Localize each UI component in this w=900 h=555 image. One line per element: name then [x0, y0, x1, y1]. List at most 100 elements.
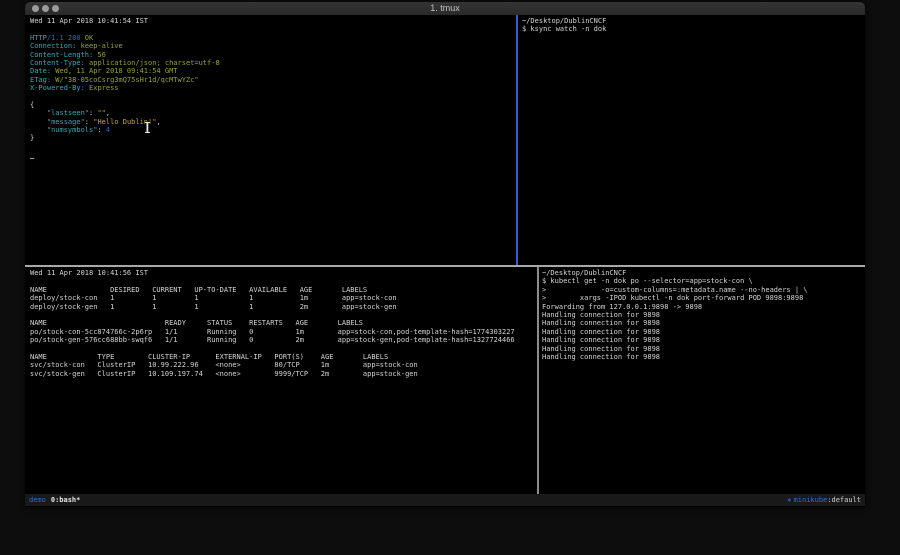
terminal-line: deploy/stock-con 1 1 1 1 1m app=stock-co…: [30, 294, 535, 302]
terminal-line: [30, 143, 515, 151]
terminal-line: > xargs -IPOD kubectl -n dok port-forwar…: [542, 294, 862, 302]
terminal-line: [30, 311, 535, 319]
terminal-line: [30, 25, 515, 33]
terminal-line: ~/Desktop/DublinCNCF: [522, 17, 862, 25]
terminal-line: Forwarding from 127.0.0.1:9898 -> 9898: [542, 303, 862, 311]
terminal-text-segment: Handling connection for 9898: [542, 353, 660, 361]
window-title: 1. tmux: [25, 3, 865, 13]
terminal-text-segment: ~/Desktop/DublinCNCF: [522, 17, 606, 25]
terminal-text-segment: svc/stock-con ClusterIP 10.99.222.96 <no…: [30, 361, 418, 369]
terminal-line: Handling connection for 9898: [542, 328, 862, 336]
terminal-text-segment: svc/stock-gen ClusterIP 10.109.197.74 <n…: [30, 370, 418, 378]
terminal-line: X-Powered-By: Express: [30, 84, 515, 92]
terminal-line: Handling connection for 9898: [542, 319, 862, 327]
terminal-line: ~/Desktop/DublinCNCF: [542, 269, 862, 277]
terminal-line: NAME READY STATUS RESTARTS AGE LABELS: [30, 319, 535, 327]
terminal-text-segment: Wed 11 Apr 2018 10:41:56 IST: [30, 269, 148, 277]
terminal-text-segment: deploy/stock-con 1 1 1 1 1m app=stock-co…: [30, 294, 397, 302]
terminal-line: "message": "Hello Dublin!",: [30, 118, 515, 126]
session-name[interactable]: demo: [29, 496, 46, 504]
pane-http-response[interactable]: Wed 11 Apr 2018 10:41:54 IST HTTP/1.1 20…: [30, 17, 515, 263]
terminal-line: }: [30, 134, 515, 142]
terminal-line: deploy/stock-gen 1 1 1 1 2m app=stock-ge…: [30, 303, 535, 311]
terminal-line: $ ksync watch -n dok: [522, 25, 862, 33]
terminal-line: Handling connection for 9898: [542, 353, 862, 361]
terminal-text-segment: NAME DESIRED CURRENT UP-TO-DATE AVAILABL…: [30, 286, 367, 294]
terminal-line: {: [30, 101, 515, 109]
terminal-text-segment: Content-Length:: [30, 51, 93, 59]
terminal-text-segment: Forwarding from 127.0.0.1:9898 -> 9898: [542, 303, 702, 311]
terminal-line: ETag: W/"38-05coCsrg3mQ75sHr1d/qcMTwYZc": [30, 76, 515, 84]
terminal-line: svc/stock-gen ClusterIP 10.109.197.74 <n…: [30, 370, 535, 378]
terminal-line: Connection: keep-alive: [30, 42, 515, 50]
status-right: ⎈ minikube :default: [787, 496, 861, 504]
titlebar[interactable]: 1. tmux: [25, 2, 865, 16]
terminal-text-segment: _: [30, 151, 34, 159]
terminal-text-segment: Wed, 11 Apr 2018 09:41:54 GMT: [51, 67, 177, 75]
terminal-text-segment: "message": [30, 118, 85, 126]
pane-port-forward[interactable]: ~/Desktop/DublinCNCF$ kubectl get -n dok…: [542, 269, 862, 493]
terminal-text-segment: {: [30, 101, 34, 109]
window-tab-bash[interactable]: 0:bash*: [51, 496, 81, 504]
terminal-text-segment: }: [30, 134, 34, 142]
terminal-text-segment: X-Powered-By:: [30, 84, 85, 92]
terminal-text-segment: Content-Type:: [30, 59, 85, 67]
pane-divider-vertical-bottom[interactable]: [537, 267, 539, 494]
terminal-line: Handling connection for 9898: [542, 336, 862, 344]
terminal-text-segment: 4: [106, 126, 110, 134]
terminal-text-segment: ,: [106, 109, 110, 117]
terminal-text-segment: NAME READY STATUS RESTARTS AGE LABELS: [30, 319, 363, 327]
terminal-line: Content-Type: application/json; charset=…: [30, 59, 515, 67]
terminal-text-segment: $ kubectl get -n dok po --selector=app=s…: [542, 277, 753, 285]
terminal-line: Content-Length: 56: [30, 51, 515, 59]
terminal-text-segment: ~/Desktop/DublinCNCF: [542, 269, 626, 277]
terminal-text-segment: Connection:: [30, 42, 76, 50]
terminal-text-segment: Express: [85, 84, 119, 92]
terminal-text-segment: $ ksync watch -n dok: [522, 25, 606, 33]
terminal-line: $ kubectl get -n dok po --selector=app=s…: [542, 277, 862, 285]
terminal-text-segment: "": [97, 109, 105, 117]
tmux-status-bar: demo 0:bash* ⎈ minikube :default: [25, 494, 865, 506]
terminal-line: Handling connection for 9898: [542, 345, 862, 353]
terminal-line: "lastseen": "",: [30, 109, 515, 117]
pane-divider-vertical-top[interactable]: [516, 15, 518, 265]
terminal-line: _: [30, 151, 515, 159]
terminal-line: HTTP/1.1 200 OK: [30, 34, 515, 42]
terminal-body: Wed 11 Apr 2018 10:41:54 IST HTTP/1.1 20…: [25, 15, 865, 507]
terminal-line: [30, 345, 535, 353]
terminal-line: [30, 93, 515, 101]
terminal-text-segment: keep-alive: [76, 42, 122, 50]
terminal-text-segment: > -o=custom-columns=:metadata.name --no-…: [542, 286, 808, 294]
terminal-text-segment: Handling connection for 9898: [542, 345, 660, 353]
terminal-text-segment: :: [85, 118, 93, 126]
kube-namespace: :default: [827, 496, 861, 504]
pane-kubectl-resources[interactable]: Wed 11 Apr 2018 10:41:56 IST NAME DESIRE…: [30, 269, 535, 493]
terminal-text-segment: OK: [85, 34, 93, 42]
terminal-line: Handling connection for 9898: [542, 311, 862, 319]
terminal-text-segment: 56: [93, 51, 106, 59]
terminal-line: NAME DESIRED CURRENT UP-TO-DATE AVAILABL…: [30, 286, 535, 294]
terminal-line: Wed 11 Apr 2018 10:41:56 IST: [30, 269, 535, 277]
terminal-text-segment: NAME TYPE CLUSTER-IP EXTERNAL-IP PORT(S)…: [30, 353, 388, 361]
terminal-text-segment: ETag:: [30, 76, 51, 84]
terminal-text-segment: Date:: [30, 67, 51, 75]
terminal-line: "numsymbols": 4: [30, 126, 515, 134]
terminal-line: po/stock-gen-576cc688bb-swqf6 1/1 Runnin…: [30, 336, 535, 344]
terminal-text-segment: :: [97, 126, 105, 134]
terminal-text-segment: Wed 11 Apr 2018 10:41:54 IST: [30, 17, 148, 25]
terminal-text-segment: "lastseen": [30, 109, 89, 117]
terminal-text-segment: deploy/stock-gen 1 1 1 1 2m app=stock-ge…: [30, 303, 397, 311]
terminal-text-segment: Handling connection for 9898: [542, 336, 660, 344]
terminal-text-segment: "numsymbols": [30, 126, 97, 134]
terminal-line: po/stock-con-5cc874766c-2p6rp 1/1 Runnin…: [30, 328, 535, 336]
pane-ksync-watch[interactable]: ~/Desktop/DublinCNCF$ ksync watch -n dok: [522, 17, 862, 263]
terminal-window: 1. tmux Wed 11 Apr 2018 10:41:54 IST HTT…: [25, 2, 865, 507]
terminal-text-segment: Handling connection for 9898: [542, 311, 660, 319]
pane-divider-horizontal[interactable]: [25, 265, 865, 267]
kube-context: minikube: [794, 496, 828, 504]
terminal-line: [30, 277, 535, 285]
terminal-text-segment: Handling connection for 9898: [542, 319, 660, 327]
terminal-line: Wed 11 Apr 2018 10:41:54 IST: [30, 17, 515, 25]
text-select-cursor-icon: [144, 122, 151, 133]
terminal-text-segment: po/stock-con-5cc874766c-2p6rp 1/1 Runnin…: [30, 328, 515, 336]
